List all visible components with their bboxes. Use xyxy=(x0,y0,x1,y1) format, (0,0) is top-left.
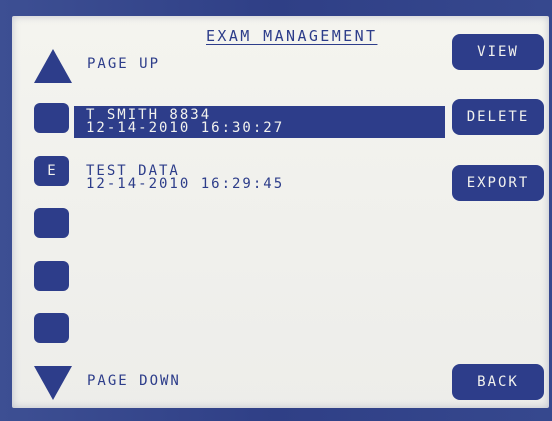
row-select-button-1[interactable] xyxy=(34,103,69,133)
page-down-label: PAGE DOWN xyxy=(87,373,181,389)
delete-button[interactable]: DELETE xyxy=(452,99,544,135)
page-title: EXAM MANAGEMENT xyxy=(206,27,378,45)
page-up-arrow-icon[interactable] xyxy=(34,49,72,83)
exam-record[interactable]: TEST DATA 12-14-2010 16:29:45 xyxy=(74,162,445,194)
record-datetime: 12-14-2010 16:29:45 xyxy=(86,176,285,192)
export-button[interactable]: EXPORT xyxy=(452,165,544,201)
row-select-button-5[interactable] xyxy=(34,313,69,343)
record-datetime: 12-14-2010 16:30:27 xyxy=(86,120,285,136)
row-select-button-3[interactable] xyxy=(34,208,69,238)
row-select-button-4[interactable] xyxy=(34,261,69,291)
page-up-label: PAGE UP xyxy=(87,56,161,72)
back-button[interactable]: BACK xyxy=(452,364,544,400)
view-button[interactable]: VIEW xyxy=(452,34,544,70)
exam-record-selected[interactable]: T SMITH 8834 12-14-2010 16:30:27 xyxy=(74,106,445,138)
page-down-arrow-icon[interactable] xyxy=(34,366,72,400)
row-select-button-2[interactable]: E xyxy=(34,156,69,186)
touch-screen xyxy=(12,16,549,408)
